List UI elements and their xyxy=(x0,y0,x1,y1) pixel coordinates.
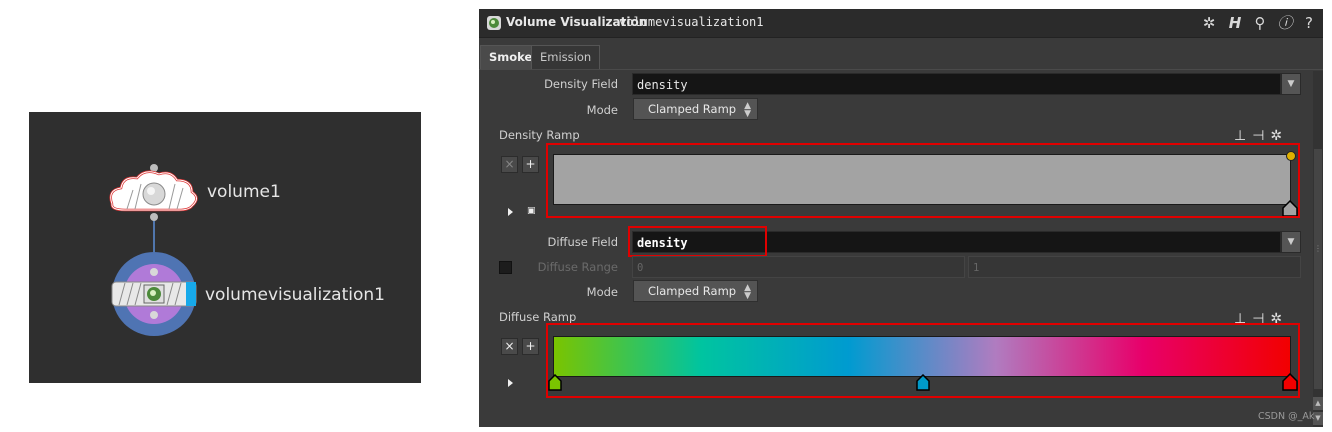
density-ramp-tools[interactable]: ⊥⊣✲ xyxy=(1234,128,1288,144)
density-ramp-delete-button[interactable]: × xyxy=(501,156,518,173)
node-volumevisualization1[interactable] xyxy=(111,252,197,336)
diffuse-range-checkbox[interactable] xyxy=(499,261,512,274)
network-editor[interactable]: volume1 volumevisualization1 xyxy=(29,112,421,383)
density-ramp-highlight xyxy=(546,143,1300,218)
ramp-step-icon[interactable]: ⊣ xyxy=(1252,128,1270,144)
tab-bar: Smoke Emission xyxy=(479,45,1323,70)
diffuse-range-label: Diffuse Range xyxy=(537,260,618,274)
network-graph xyxy=(109,164,198,336)
scroll-up-arrow-icon[interactable]: ▲ xyxy=(1313,397,1323,410)
help-h-icon[interactable]: H xyxy=(1225,13,1245,33)
scrollbar-grip-icon: ⋮ xyxy=(1314,244,1322,253)
node-label-volume1: volume1 xyxy=(207,182,281,202)
diffuse-ramp-label: Diffuse Ramp xyxy=(499,310,577,324)
diffuse-field-highlight xyxy=(628,226,767,257)
density-mode-label: Mode xyxy=(586,103,618,117)
parameter-pane: Volume Visualization volumevisualization… xyxy=(479,9,1323,427)
node-label-volumevisualization1: volumevisualization1 xyxy=(205,285,385,305)
watermark: CSDN @_Ak xyxy=(1258,411,1315,422)
volume-sphere-icon xyxy=(142,182,166,206)
tab-emission[interactable]: Emission xyxy=(531,45,601,69)
search-icon[interactable]: ⚲ xyxy=(1250,13,1270,33)
volume-visualization-icon xyxy=(487,16,501,30)
menu-down-arrow-icon: ▼ xyxy=(744,109,751,119)
gear-icon[interactable]: ✲ xyxy=(1199,13,1219,33)
diffuse-mode-label: Mode xyxy=(586,285,618,299)
scroll-down-arrow-icon[interactable]: ▼ xyxy=(1313,412,1323,425)
diffuse-range-min-input[interactable]: 0 xyxy=(632,256,965,278)
density-field-label: Density Field xyxy=(544,77,618,91)
scrollbar-thumb[interactable] xyxy=(1314,149,1322,389)
density-mode-value: Clamped Ramp xyxy=(648,102,737,116)
info-icon[interactable]: ⓘ xyxy=(1275,13,1295,33)
density-field-dropdown[interactable]: ▼ xyxy=(1281,73,1301,95)
diffuse-range-max-input[interactable]: 1 xyxy=(968,256,1301,278)
density-ramp-mode-icon[interactable]: ▣ xyxy=(527,206,536,216)
node-volume1[interactable] xyxy=(109,164,198,221)
menu-down-arrow-icon: ▼ xyxy=(744,291,751,301)
density-ramp-add-button[interactable]: + xyxy=(522,156,539,173)
density-mode-menu[interactable]: Clamped Ramp ▲ ▼ xyxy=(633,98,758,120)
density-ramp-label: Density Ramp xyxy=(499,128,580,142)
diffuse-field-dropdown[interactable]: ▼ xyxy=(1281,231,1301,253)
diffuse-field-label: Diffuse Field xyxy=(547,235,618,249)
diffuse-ramp-add-button[interactable]: + xyxy=(522,338,539,355)
ramp-insert-icon[interactable]: ⊥ xyxy=(1234,128,1252,144)
pane-titlebar: Volume Visualization volumevisualization… xyxy=(479,9,1323,38)
diffuse-ramp-delete-button[interactable]: × xyxy=(501,338,518,355)
density-field-input[interactable]: density xyxy=(632,73,1281,95)
ramp-gear-icon[interactable]: ✲ xyxy=(1270,128,1288,144)
node-name-field[interactable]: volumevisualization1 xyxy=(619,15,764,29)
diffuse-ramp-highlight xyxy=(546,323,1300,398)
diffuse-ramp-expand-icon[interactable] xyxy=(508,379,513,387)
density-ramp-expand-icon[interactable] xyxy=(508,208,513,216)
diffuse-mode-menu[interactable]: Clamped Ramp ▲ ▼ xyxy=(633,280,758,302)
diffuse-mode-value: Clamped Ramp xyxy=(648,284,737,298)
pane-scrollbar[interactable]: ⋮ ▲ ▼ xyxy=(1313,71,1323,427)
question-icon[interactable]: ? xyxy=(1299,13,1319,33)
